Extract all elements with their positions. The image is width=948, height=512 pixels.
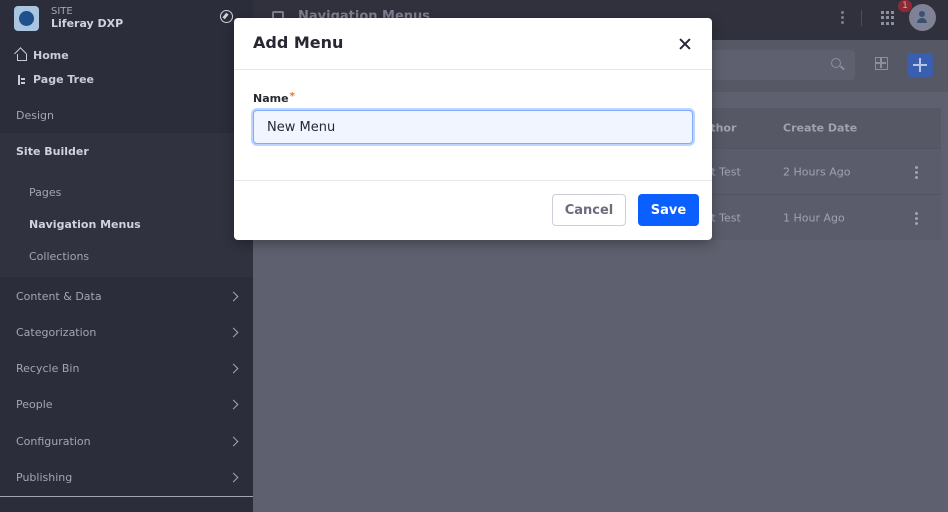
chevron-right-icon [228,291,239,302]
name-field-label: Name* [253,91,295,105]
row-actions-kebab-icon[interactable] [915,212,918,225]
chevron-right-icon [228,399,239,410]
sidebar-item-recycle-bin[interactable]: Recycle Bin [16,362,79,375]
sidebar-item-categorization[interactable]: Categorization [16,326,96,339]
toolbar-divider [861,10,862,26]
row-create-date: 1 Hour Ago [783,211,845,224]
site-header: SITE Liferay DXP [0,0,253,36]
add-button[interactable] [907,53,933,77]
name-label-text: Name [253,92,289,105]
chevron-right-icon [228,363,239,374]
compass-icon[interactable] [220,10,233,23]
sidebar-divider [0,496,253,497]
sidebar-item-collections[interactable]: Collections [29,250,89,263]
sidebar-item-pages[interactable]: Pages [29,186,61,199]
save-button[interactable]: Save [638,194,699,226]
page-tree-icon [17,74,27,85]
page-tree-link-label: Page Tree [33,73,94,86]
sidebar-item-design[interactable]: Design [16,109,54,122]
sidebar-item-people[interactable]: People [16,398,53,411]
column-create-date[interactable]: Create Date [783,122,857,135]
home-icon [17,53,27,61]
display-style-icon[interactable] [875,57,888,70]
apps-grid-icon[interactable] [881,11,895,25]
sidebar-item-site-builder[interactable]: Site Builder [16,145,89,158]
row-create-date: 2 Hours Ago [783,165,851,178]
site-name: Liferay DXP [51,17,124,30]
sidebar-item-publishing[interactable]: Publishing [16,471,72,484]
chevron-right-icon [228,472,239,483]
page-tree-link[interactable]: Page Tree [17,73,94,86]
close-icon[interactable] [676,35,694,53]
search-input[interactable] [693,50,855,80]
product-menu-sidebar: SITE Liferay DXP Home Page Tree Design S… [0,0,253,512]
home-link[interactable]: Home [17,49,69,62]
site-logo [14,5,39,31]
home-link-label: Home [33,49,69,62]
chevron-right-icon [228,436,239,447]
sidebar-item-navigation-menus[interactable]: Navigation Menus [29,218,141,231]
name-input[interactable] [253,110,693,144]
search-icon[interactable] [831,58,841,68]
modal-title: Add Menu [253,33,344,52]
row-actions-kebab-icon[interactable] [915,166,918,179]
sidebar-item-content-data[interactable]: Content & Data [16,290,102,303]
cancel-button[interactable]: Cancel [552,194,626,226]
add-menu-modal: Add Menu Name* Cancel Save [234,18,712,240]
modal-footer: Cancel Save [234,181,712,239]
sidebar-item-configuration[interactable]: Configuration [16,435,91,448]
user-avatar[interactable] [909,4,936,31]
chevron-right-icon [228,327,239,338]
options-kebab-icon[interactable] [841,11,844,24]
modal-body: Name* [234,70,712,181]
modal-header: Add Menu [234,18,712,70]
required-marker: * [289,91,295,102]
